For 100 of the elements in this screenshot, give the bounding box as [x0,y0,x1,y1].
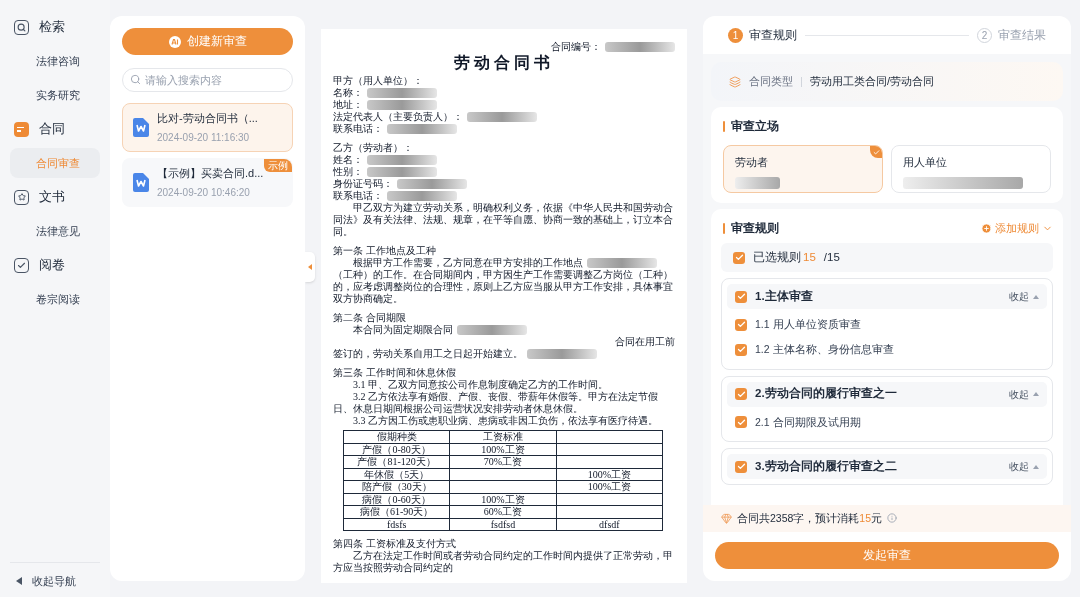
table-cell: dfsdf [599,518,620,530]
checkbox[interactable] [733,251,745,264]
review-item[interactable]: 比对-劳动合同书（... 2024-09-20 11:16:30 [122,103,293,152]
table-cell: 100%工资 [481,493,525,505]
selected-rules-total: /15 [823,249,840,265]
add-icon [981,222,992,234]
document-heading: 第三条 工作时间和休息休假 [333,367,456,379]
example-badge: 示例 [264,159,292,172]
checkbox-icon [14,257,29,273]
info-icon [887,513,898,524]
document-text: 性别： [333,166,363,178]
redaction-blur [735,176,780,189]
table-cell: 产假（81-120天） [357,456,436,468]
rule-item: 1.2 主体名称、身份信息审查 [755,341,894,357]
document-text: 地址： [333,99,363,111]
table-cell: 陪产假（30天） [361,481,432,493]
rule-group-title: 1.主体审查 [755,288,814,304]
document-text: 甲方（用人单位）： [333,75,423,87]
document-text: 合同在用工前 [615,336,675,348]
star-icon [14,189,29,205]
nav-item[interactable]: 法律咨询 [10,46,100,76]
table-cell: 60%工资 [483,506,523,518]
document-paragraph: 本合同为固定期限合同 [352,324,453,336]
document-paragraph: 乙方在法定工作时间或者劳动合同约定的工作时间内提供了正常劳动，甲方应当按照劳动合同约定的 [333,550,674,574]
table-cell: 产假（0-80天） [362,443,431,455]
search-icon [130,73,141,85]
checkbox[interactable] [735,416,747,429]
word-file-icon [133,118,149,137]
ai-icon [168,35,181,48]
search-field[interactable]: 请输入搜索内容 [122,68,293,92]
collapse-navigation-link[interactable]: 收起导航 [32,572,76,589]
section-title: 审查规则 [731,220,779,237]
nav-item[interactable]: 实务研究 [10,80,100,110]
section-title: 审查立场 [731,118,779,135]
document-text: 联系电话： [333,190,383,202]
table-cell: 年休假（5天） [364,468,430,480]
document-paragraph: 根据甲方工作需要，乙方同意在甲方安排的工作地点 [352,257,583,269]
document-heading: 第二条 合同期限 [333,312,406,324]
document-paragraph: 3.3 乙方因工伤或患职业病、患病或非因工负伤，依法享有医疗待遇。 [352,415,658,427]
nav-section-title[interactable]: 文书 [39,187,65,207]
word-file-icon [133,173,149,192]
selected-rules-label: 已选规则 [753,249,801,265]
review-item-time: 2024-09-20 11:16:30 [157,130,251,145]
gem-icon [721,512,732,524]
checkbox[interactable] [735,388,747,400]
document-paragraph: 3.2 乙方依法享有婚假、产假、丧假、带薪年休假等。甲方在法定节假日、休息日期间根据公司运营状况安排劳动者休息休假。 [333,391,659,415]
collapse-handle[interactable] [305,252,315,282]
collapse-toggle[interactable]: 收起 [1009,386,1039,402]
review-item-time: 2024-09-20 10:46:20 [157,185,251,200]
nav-item[interactable]: 卷宗阅读 [10,284,100,314]
nav-item[interactable]: 法律意见 [10,216,100,246]
rule-item: 2.1 合同期限及试用期 [755,414,861,430]
checkbox[interactable] [735,343,747,356]
cost-text: 合同共2358字，预计消耗15元 [737,510,883,526]
rule-group-title: 2.劳动合同的履行审查之一 [755,386,898,402]
review-item-title: 比对-劳动合同书（... [157,111,258,127]
document-text: 法定代表人（主要负责人）： [333,111,463,123]
rule-group-title: 3.劳动合同的履行审查之二 [755,459,898,475]
stance-option[interactable]: 用人单位 [891,145,1051,193]
document-text: （工种）的工作。在合同期间内，甲方因生产工作需要调整乙方岗位（工种）的，应考虑调整岗位的合理性，原则上乙方应当服从甲方工作安排，具体事宜双方协商确定。 [333,269,674,305]
document-text: 签订的，劳动关系自用工之日起开始建立。 [333,348,523,360]
document-icon [14,121,29,137]
table-cell: fdsfs [386,518,407,530]
document-text: 名称： [333,87,363,99]
checkbox[interactable] [735,318,747,331]
collapse-icon[interactable] [16,576,22,585]
document-paragraph: 甲乙双方为建立劳动关系，明确权利义务，依据《中华人民共和国劳动合同法》及有关法律、法规、规章，在平等自愿、协商一致的基础上，订立本合同。 [333,202,674,238]
nav-section-title[interactable]: 合同 [39,119,65,139]
table-cell: 100%工资 [587,481,631,493]
contract-type-label: 合同类型 [749,74,793,90]
contract-type-value: 劳动用工类合同/劳动合同 [810,74,935,90]
review-item-title: 【示例】买卖合同.d... [157,166,264,182]
layers-icon [729,75,741,88]
search-icon [14,19,29,35]
table-cell: 100%工资 [587,468,631,480]
checkbox[interactable] [735,290,747,303]
document-text: 联系电话： [333,123,383,135]
rule-item: 1.1 用人单位资质审查 [755,317,861,332]
selected-rules-count: 15 [803,249,816,265]
selected-corner-icon [870,146,882,158]
checkbox[interactable] [735,460,747,473]
table-cell: fsdfsd [490,518,516,530]
table-cell: 假期种类 [376,431,417,443]
document-text: 身份证号码： [333,178,393,190]
nav-section-title[interactable]: 检索 [39,17,65,37]
table-cell: 100%工资 [481,443,525,455]
collapse-toggle[interactable]: 收起 [1009,459,1039,475]
collapse-toggle[interactable]: 收起 [1009,289,1039,304]
review-item[interactable]: 【示例】买卖合同.d... 2024-09-20 10:46:20 示例 [122,158,293,207]
table-cell: 工资标准 [483,431,523,443]
document-heading: 第四条 工资标准及支付方式 [333,538,456,550]
stance-option[interactable]: 劳动者 [723,145,883,193]
step-tab[interactable]: 1 审查规则 [728,26,797,44]
document-heading: 乙方（劳动者）： [333,142,413,154]
contract-number-label: 合同编号： [551,41,601,53]
table-cell: 病假（0-60天） [362,493,431,505]
table-cell: 70%工资 [483,456,523,468]
document-text: 姓名： [333,154,363,166]
document-paragraph: 3.1 甲、乙双方同意按公司作息制度确定乙方的工作时间。 [352,379,608,391]
nav-section-title[interactable]: 阅卷 [39,255,65,275]
